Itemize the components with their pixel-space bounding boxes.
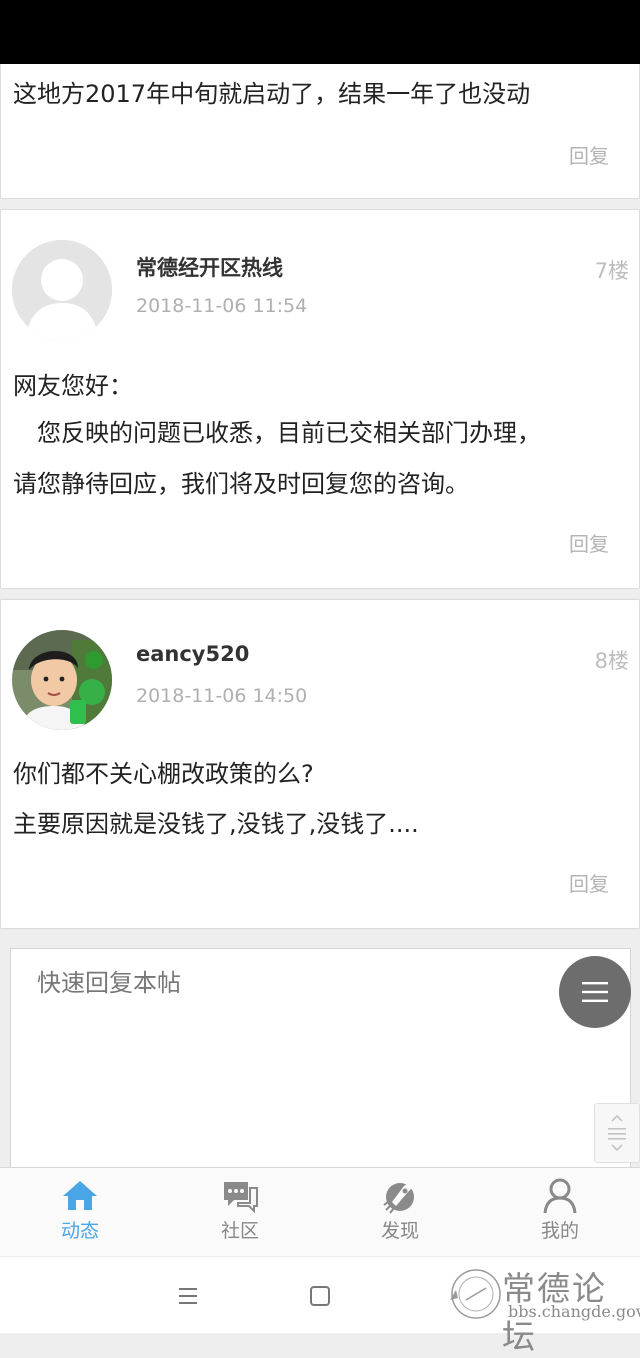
chat-bubbles-icon [224, 1182, 258, 1214]
tab-mine[interactable]: 我的 [480, 1168, 640, 1256]
tab-discover[interactable]: 发现 [320, 1168, 480, 1256]
floor-number: 7楼 [594, 259, 629, 283]
post-content-line: 主要原因就是没钱了,没钱了,没钱了.... [13, 810, 419, 838]
menu-nav-icon[interactable] [171, 1279, 205, 1313]
post-content-line: 您反映的问题已收悉，目前已交相关部门办理， [13, 419, 541, 447]
rocket-icon [383, 1183, 414, 1214]
scroll-handle[interactable] [594, 1103, 640, 1163]
post-card: 常德经开区热线 2018-11-06 11:54 7楼 网友您好： 您反映的问题… [0, 209, 640, 589]
user-photo-avatar-image [12, 630, 112, 730]
forum-watermark: 常德论坛 bbs.changde.gov.cn [446, 1262, 640, 1356]
bottom-tab-bar: 动态 社区 发现 我的 [0, 1167, 640, 1256]
home-icon [63, 1181, 97, 1210]
post-content-line: 你们都不关心棚改政策的么? [13, 760, 314, 788]
floor-number: 8楼 [594, 649, 629, 673]
tab-label: 社区 [220, 1220, 259, 1242]
tab-dynamics[interactable]: 动态 [0, 1168, 160, 1256]
tab-label: 动态 [60, 1220, 99, 1242]
menu-icon [582, 982, 608, 1002]
quick-reply-box [10, 948, 631, 1180]
post-card: 这地方2017年中旬就启动了，结果一年了也没动 回复 [0, 64, 640, 199]
default-avatar-icon [12, 240, 112, 340]
scroll-arrows-icon [608, 1114, 626, 1152]
author-name[interactable]: eancy520 [136, 642, 249, 666]
post-content-line: 请您静待回应，我们将及时回复您的咨询。 [13, 470, 469, 498]
status-bar [0, 0, 640, 64]
tab-label: 我的 [540, 1220, 579, 1242]
post-content-line: 这地方2017年中旬就启动了，结果一年了也没动 [13, 80, 531, 108]
tab-label: 发现 [380, 1220, 419, 1242]
reply-button[interactable]: 回复 [569, 868, 609, 897]
home-nav-icon[interactable] [303, 1279, 337, 1313]
author-name[interactable]: 常德经开区热线 [136, 252, 283, 282]
floating-menu-button[interactable] [559, 956, 631, 1028]
watermark-url: bbs.changde.gov.cn [508, 1302, 640, 1321]
reply-button[interactable]: 回复 [569, 140, 609, 169]
reply-button[interactable]: 回复 [569, 528, 609, 557]
post-content-line: 网友您好： [13, 372, 133, 400]
post-card: eancy520 2018-11-06 14:50 8楼 你们都不关心棚改政策的… [0, 599, 640, 929]
user-photo-avatar[interactable] [12, 630, 112, 730]
post-time: 2018-11-06 14:50 [136, 685, 308, 707]
forum-seal-logo [450, 1269, 501, 1319]
person-icon [543, 1178, 577, 1214]
tab-community[interactable]: 社区 [160, 1168, 320, 1256]
quick-reply-input[interactable] [11, 949, 630, 1179]
post-time: 2018-11-06 11:54 [136, 295, 308, 317]
default-avatar[interactable] [12, 240, 112, 340]
